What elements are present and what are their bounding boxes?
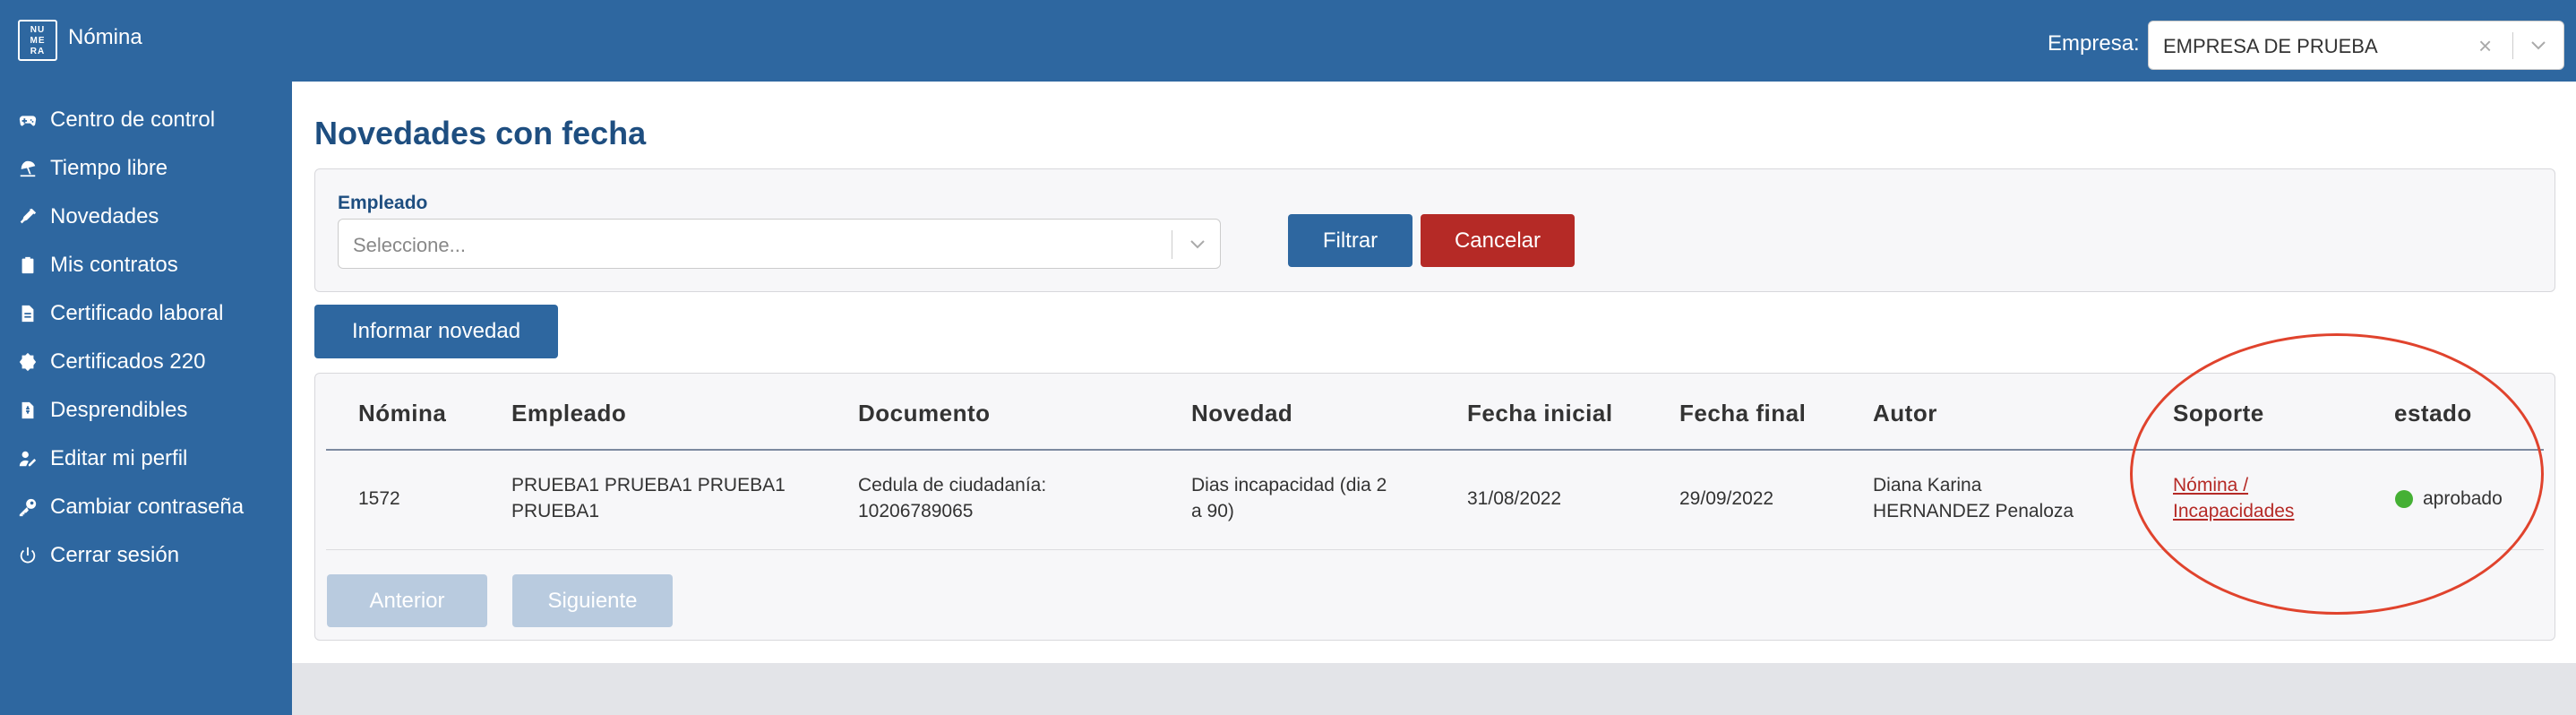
key-icon <box>18 497 38 517</box>
sidebar-item-editar-mi-perfil[interactable]: Editar mi perfil <box>18 441 187 477</box>
sidebar-item-label: Novedades <box>50 204 159 228</box>
cell-novedad-line-2: a 90) <box>1191 501 1234 521</box>
invoice-icon <box>18 401 38 420</box>
column-header-autor: Autor <box>1873 400 1937 426</box>
column-header-empleado: Empleado <box>511 400 627 426</box>
column-header-fecha-final: Fecha final <box>1679 400 1807 426</box>
cell-novedad-line-1: Dias incapacidad (dia 2 <box>1191 475 1387 495</box>
chevron-down-icon[interactable] <box>2525 35 2552 56</box>
gamepad-icon <box>18 110 38 130</box>
previous-page-button[interactable]: Anterior <box>327 574 487 627</box>
sidebar-item-label: Editar mi perfil <box>50 446 188 470</box>
sidebar-item-label: Cambiar contraseña <box>50 495 245 519</box>
power-icon <box>18 546 38 565</box>
cell-nomina: 1572 <box>358 488 400 509</box>
chevron-down-icon[interactable] <box>1184 234 1211 255</box>
employee-select-placeholder: Seleccione... <box>353 234 466 256</box>
clear-icon[interactable]: × <box>2478 32 2492 60</box>
sidebar-item-cambiar-contrasena[interactable]: Cambiar contraseña <box>18 489 244 525</box>
sidebar-item-novedades[interactable]: Novedades <box>18 199 159 235</box>
cell-documento-line-2: 10206789065 <box>858 501 974 521</box>
sidebar-item-mis-contratos[interactable]: Mis contratos <box>18 247 178 283</box>
report-novelty-button[interactable]: Informar novedad <box>314 305 558 358</box>
sidebar-item-label: Mis contratos <box>50 253 178 277</box>
company-select[interactable]: EMPRESA DE PRUEBA × <box>2148 21 2564 70</box>
next-page-button[interactable]: Siguiente <box>512 574 673 627</box>
cell-empleado-line-2: PRUEBA1 <box>511 501 600 521</box>
company-label: Empresa: <box>2048 31 2140 56</box>
filter-button[interactable]: Filtrar <box>1288 214 1413 267</box>
cell-fecha-inicial: 31/08/2022 <box>1467 488 1562 509</box>
sidebar-item-label: Certificado laboral <box>50 301 224 325</box>
certificate-icon <box>18 352 38 372</box>
sidebar-item-label: Centro de control <box>50 108 216 132</box>
sidebar-item-certificados-220[interactable]: Certificados 220 <box>18 344 205 380</box>
column-header-fecha-inicial: Fecha inicial <box>1467 400 1613 426</box>
numera-logo[interactable]: NU ME RA <box>18 20 57 61</box>
cancel-button[interactable]: Cancelar <box>1421 214 1575 267</box>
sidebar-item-label: Cerrar sesión <box>50 543 180 567</box>
page-title: Novedades con fecha <box>314 115 647 151</box>
sidebar-item-cerrar-sesion[interactable]: Cerrar sesión <box>18 538 179 573</box>
clipboard-icon <box>18 255 38 275</box>
sidebar-item-centro-de-control[interactable]: Centro de control <box>18 102 215 138</box>
column-header-documento: Documento <box>858 400 991 426</box>
sidebar-item-tiempo-libre[interactable]: Tiempo libre <box>18 151 167 186</box>
file-icon <box>18 304 38 323</box>
beach-icon <box>18 159 38 178</box>
cell-autor-line-2: HERNANDEZ Penaloza <box>1873 501 2074 521</box>
select-separator <box>2512 32 2513 59</box>
cell-documento-line-1: Cedula de ciudadanía: <box>858 475 1047 495</box>
cell-empleado-line-1: PRUEBA1 PRUEBA1 PRUEBA1 <box>511 475 786 495</box>
user-edit-icon <box>18 449 38 469</box>
sidebar-item-label: Certificados 220 <box>50 349 206 374</box>
highlight-circle-annotation <box>2130 333 2544 615</box>
cell-autor-line-1: Diana Karina <box>1873 475 1982 495</box>
column-header-nomina: Nómina <box>358 400 447 426</box>
company-select-value: EMPRESA DE PRUEBA <box>2163 35 2378 57</box>
employee-select[interactable]: Seleccione... <box>338 219 1221 269</box>
sidebar-item-label: Desprendibles <box>50 398 188 422</box>
sidebar-item-desprendibles[interactable]: Desprendibles <box>18 392 187 428</box>
cell-fecha-final: 29/09/2022 <box>1679 488 1774 509</box>
column-header-novedad: Novedad <box>1191 400 1293 426</box>
syringe-icon <box>18 207 38 227</box>
employee-filter-label: Empleado <box>338 193 428 213</box>
app-title: Nómina <box>68 25 142 49</box>
sidebar-item-certificado-laboral[interactable]: Certificado laboral <box>18 296 223 332</box>
sidebar-item-label: Tiempo libre <box>50 156 168 180</box>
top-bar: NU ME RA Nómina Empresa: EMPRESA DE PRUEBA… <box>0 0 2576 82</box>
